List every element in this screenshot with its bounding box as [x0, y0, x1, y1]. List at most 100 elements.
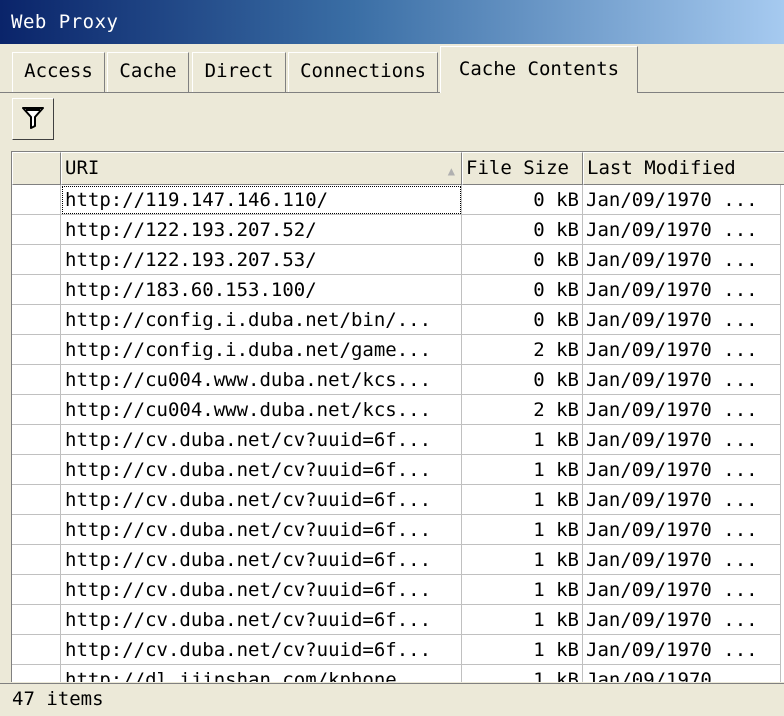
cell-last-modified: Jan/09/1970 ... — [583, 245, 781, 275]
table-row[interactable]: http://dl.ijinshan.com/kphone... 1 kB Jan/… — [12, 665, 784, 682]
filter-icon — [20, 104, 46, 135]
cell-file-size: 0 kB — [462, 305, 583, 335]
cell-file-size: 0 kB — [462, 185, 583, 215]
cell-file-size: 1 kB — [462, 545, 583, 575]
cell-file-size: 1 kB — [462, 515, 583, 545]
header-uri[interactable]: URI ▲ — [61, 152, 462, 185]
cell-file-size: 1 kB — [462, 635, 583, 665]
cell-uri: http://config.i.duba.net/game... — [61, 335, 462, 365]
table-row[interactable]: http://cv.duba.net/cv?uuid=6f... 1 kB Jan/… — [12, 455, 784, 485]
row-marker — [12, 335, 61, 365]
row-marker — [12, 365, 61, 395]
table-row[interactable]: http://cu004.www.duba.net/kcs... 2 kB Jan/… — [12, 395, 784, 425]
cell-uri: http://config.i.duba.net/bin/... — [61, 305, 462, 335]
cell-last-modified: Jan/09/1970 ... — [583, 665, 781, 682]
cell-uri: http://cv.duba.net/cv?uuid=6f... — [61, 575, 462, 605]
filter-button[interactable] — [12, 98, 54, 140]
cell-uri: http://119.147.146.110/ — [61, 185, 462, 215]
cell-last-modified: Jan/09/1970 ... — [583, 425, 781, 455]
cell-uri: http://cv.duba.net/cv?uuid=6f... — [61, 605, 462, 635]
header-last-modified[interactable]: Last Modified — [583, 152, 784, 185]
row-marker — [12, 665, 61, 682]
header-file-size[interactable]: File Size — [462, 152, 583, 185]
row-marker — [12, 575, 61, 605]
table-row[interactable]: http://cv.duba.net/cv?uuid=6f... 1 kB Jan/… — [12, 635, 784, 665]
cell-uri: http://cv.duba.net/cv?uuid=6f... — [61, 545, 462, 575]
header-uri-label: URI — [65, 157, 100, 179]
cell-uri: http://122.193.207.53/ — [61, 245, 462, 275]
row-marker — [12, 425, 61, 455]
cell-uri: http://cv.duba.net/cv?uuid=6f... — [61, 515, 462, 545]
cell-last-modified: Jan/09/1970 ... — [583, 335, 781, 365]
tab-cache-contents[interactable]: Cache Contents — [440, 46, 638, 93]
row-marker — [12, 395, 61, 425]
cache-contents-table: URI ▲ File Size Last Modified http://119… — [11, 151, 784, 682]
tab-connections[interactable]: Connections — [288, 52, 438, 92]
row-marker — [12, 515, 61, 545]
header-marker[interactable] — [12, 152, 61, 185]
table-row[interactable]: http://cv.duba.net/cv?uuid=6f... 1 kB Jan/… — [12, 575, 784, 605]
row-marker — [12, 635, 61, 665]
tab-cache[interactable]: Cache — [107, 52, 189, 92]
cell-file-size: 1 kB — [462, 605, 583, 635]
cell-file-size: 0 kB — [462, 215, 583, 245]
cell-file-size: 0 kB — [462, 275, 583, 305]
table-row[interactable]: http://122.193.207.53/0 kB Jan/09/1970 ..… — [12, 245, 784, 275]
table-header: URI ▲ File Size Last Modified — [12, 152, 784, 185]
table-row[interactable]: http://cv.duba.net/cv?uuid=6f... 1 kB Jan/… — [12, 515, 784, 545]
window-title: Web Proxy — [11, 11, 119, 33]
row-marker — [12, 485, 61, 515]
table-row[interactable]: http://cu004.www.duba.net/kcs... 0 kB Jan/… — [12, 365, 784, 395]
cell-file-size: 0 kB — [462, 245, 583, 275]
cell-last-modified: Jan/09/1970 ... — [583, 635, 781, 665]
cell-last-modified: Jan/09/1970 ... — [583, 545, 781, 575]
row-marker — [12, 305, 61, 335]
title-bar[interactable]: Web Proxy — [0, 0, 784, 44]
cell-uri: http://cv.duba.net/cv?uuid=6f... — [61, 635, 462, 665]
cell-last-modified: Jan/09/1970 ... — [583, 305, 781, 335]
cell-last-modified: Jan/09/1970 ... — [583, 575, 781, 605]
cell-uri: http://122.193.207.52/ — [61, 215, 462, 245]
table-row[interactable]: http://config.i.duba.net/game... 2 kB Jan/… — [12, 335, 784, 365]
row-marker — [12, 245, 61, 275]
tab-direct[interactable]: Direct — [192, 52, 286, 92]
cell-last-modified: Jan/09/1970 ... — [583, 275, 781, 305]
cell-last-modified: Jan/09/1970 ... — [583, 605, 781, 635]
cell-last-modified: Jan/09/1970 ... — [583, 395, 781, 425]
table-row[interactable]: http://119.147.146.110/0 kB Jan/09/1970 .… — [12, 185, 784, 215]
cell-uri: http://cu004.www.duba.net/kcs... — [61, 395, 462, 425]
cell-uri: http://cu004.www.duba.net/kcs... — [61, 365, 462, 395]
item-count: 47 items — [12, 688, 104, 710]
cell-uri: http://cv.duba.net/cv?uuid=6f... — [61, 425, 462, 455]
table-row[interactable]: http://cv.duba.net/cv?uuid=6f... 1 kB Jan/… — [12, 545, 784, 575]
table-row[interactable]: http://183.60.153.100/0 kB Jan/09/1970 ..… — [12, 275, 784, 305]
table-row[interactable]: http://cv.duba.net/cv?uuid=6f... 1 kB Jan/… — [12, 605, 784, 635]
table-row[interactable]: http://cv.duba.net/cv?uuid=6f... 1 kB Jan/… — [12, 485, 784, 515]
cell-uri: http://dl.ijinshan.com/kphone... — [61, 665, 462, 682]
row-marker — [12, 185, 61, 215]
cell-file-size: 2 kB — [462, 335, 583, 365]
table-row[interactable]: http://config.i.duba.net/bin/... 0 kB Jan/… — [12, 305, 784, 335]
row-marker — [12, 455, 61, 485]
tab-bar: Access Cache Direct Connections Cache Co… — [0, 44, 784, 93]
table-row[interactable]: http://cv.duba.net/cv?uuid=6f... 1 kB Jan/… — [12, 425, 784, 455]
cell-file-size: 2 kB — [462, 395, 583, 425]
cell-last-modified: Jan/09/1970 ... — [583, 455, 781, 485]
tab-access[interactable]: Access — [12, 52, 105, 92]
row-marker — [12, 545, 61, 575]
table-row[interactable]: http://122.193.207.52/0 kB Jan/09/1970 ..… — [12, 215, 784, 245]
cell-file-size: 1 kB — [462, 485, 583, 515]
cell-uri: http://183.60.153.100/ — [61, 275, 462, 305]
cell-last-modified: Jan/09/1970 ... — [583, 485, 781, 515]
toolbar — [0, 93, 784, 149]
cell-last-modified: Jan/09/1970 ... — [583, 515, 781, 545]
cell-file-size: 0 kB — [462, 365, 583, 395]
table-body: http://119.147.146.110/0 kB Jan/09/1970 .… — [12, 185, 784, 682]
row-marker — [12, 215, 61, 245]
cell-last-modified: Jan/09/1970 ... — [583, 365, 781, 395]
cell-last-modified: Jan/09/1970 ... — [583, 215, 781, 245]
cell-last-modified: Jan/09/1970 ... — [583, 185, 781, 215]
row-marker — [12, 275, 61, 305]
web-proxy-window: Web Proxy Access Cache Direct Connection… — [0, 0, 784, 716]
cell-file-size: 1 kB — [462, 455, 583, 485]
